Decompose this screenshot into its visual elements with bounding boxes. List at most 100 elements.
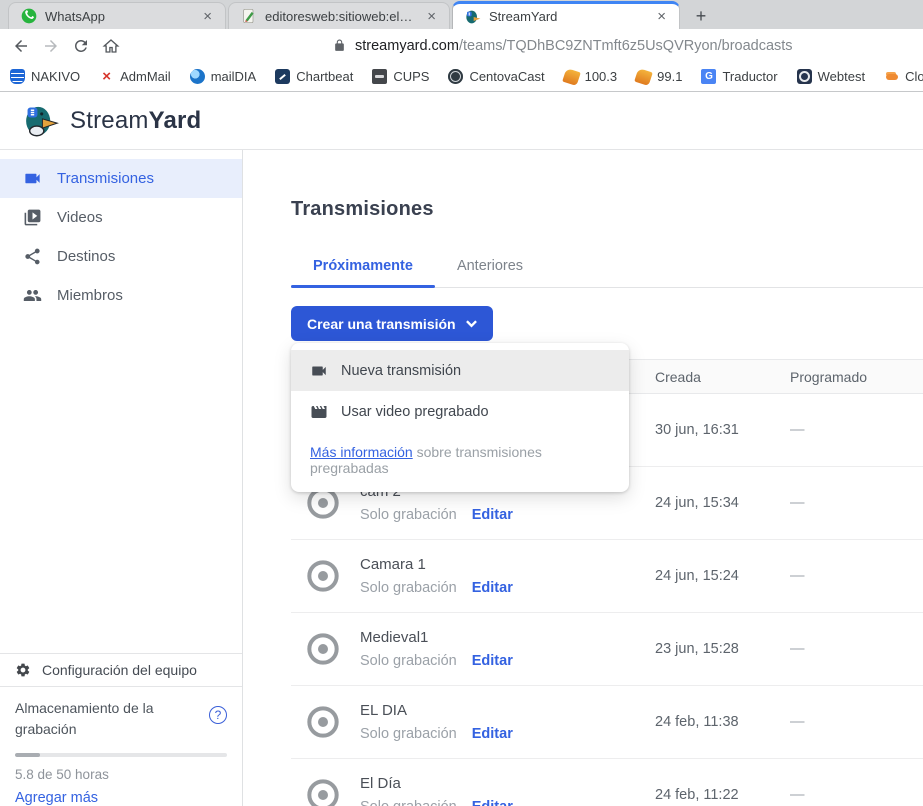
team-settings-label: Configuración del equipo xyxy=(42,662,197,678)
whatsapp-icon xyxy=(21,8,37,24)
broadcast-title: El Día xyxy=(360,775,513,792)
main-content: Transmisiones Próximamente Anteriores Cr… xyxy=(243,150,923,806)
record-icon xyxy=(303,556,343,596)
close-icon[interactable]: × xyxy=(200,8,215,25)
torch-icon xyxy=(562,68,581,86)
bookmark-traductor[interactable]: Traductor xyxy=(701,69,777,84)
chevron-down-icon xyxy=(466,318,477,329)
bookmark-maildia[interactable]: mailDIA xyxy=(190,69,257,84)
tab-anteriores[interactable]: Anteriores xyxy=(435,258,545,287)
create-broadcast-button[interactable]: Crear una transmisión xyxy=(291,306,493,341)
broadcast-subtitle: Solo grabación xyxy=(360,507,457,523)
broadcast-cell: Medieval1 Solo grabaciónEditar xyxy=(291,629,643,669)
table-row[interactable]: Camara 1 Solo grabaciónEditar 24 jun, 15… xyxy=(291,540,923,613)
streamyard-logo[interactable]: StreamYard xyxy=(22,104,201,138)
bookmark-label: mailDIA xyxy=(211,69,257,84)
tab-proximamente[interactable]: Próximamente xyxy=(291,258,435,287)
menu-item-usar-video-pregrabado[interactable]: Usar video pregrabado xyxy=(291,391,629,432)
bookmark-radio-100-3[interactable]: 100.3 xyxy=(564,69,618,84)
table-row[interactable]: Medieval1 Solo grabaciónEditar 23 jun, 1… xyxy=(291,613,923,686)
gear-icon xyxy=(15,662,31,678)
scheduled-cell: — xyxy=(778,714,923,730)
streamyard-duck-icon xyxy=(465,9,481,25)
cloud-icon xyxy=(884,69,899,84)
nakivo-icon xyxy=(10,69,25,84)
address-bar[interactable]: streamyard.com/teams/TQDhBC9ZNTmft6z5UsQ… xyxy=(128,32,915,60)
broadcast-subtitle: Solo grabación xyxy=(360,653,457,669)
page-title: Transmisiones xyxy=(291,198,923,221)
content-tabs: Próximamente Anteriores xyxy=(291,258,923,288)
bookmark-chartbeat[interactable]: Chartbeat xyxy=(275,69,353,84)
tab-editoresweb[interactable]: editoresweb:sitioweb:eldia.co × xyxy=(228,2,450,29)
streamyard-duck-icon xyxy=(22,104,60,138)
bookmark-cups[interactable]: CUPS xyxy=(372,69,429,84)
bookmark-label: CloudFlare xyxy=(905,69,923,84)
videocam-icon xyxy=(310,362,328,380)
tab-title: WhatsApp xyxy=(45,9,192,24)
help-icon[interactable] xyxy=(209,706,227,724)
bookmark-centovacast[interactable]: CentovaCast xyxy=(448,69,544,84)
sidebar-item-miembros[interactable]: Miembros xyxy=(0,276,242,315)
bookmark-cloudflare[interactable]: CloudFlare xyxy=(884,69,923,84)
url-host: streamyard.com xyxy=(355,38,459,54)
tab-streamyard-active[interactable]: StreamYard × xyxy=(452,1,680,29)
tab-whatsapp[interactable]: WhatsApp × xyxy=(8,2,226,29)
record-icon xyxy=(303,702,343,742)
admmail-icon xyxy=(99,69,114,84)
bookmarks-bar: NAKIVO AdmMail mailDIA Chartbeat CUPS Ce… xyxy=(0,62,923,92)
sidebar-item-destinos[interactable]: Destinos xyxy=(0,237,242,276)
bookmark-label: Chartbeat xyxy=(296,69,353,84)
bookmark-nakivo[interactable]: NAKIVO xyxy=(10,69,80,84)
broadcast-subtitle: Solo grabación xyxy=(360,726,457,742)
menu-item-label: Usar video pregrabado xyxy=(341,404,489,420)
created-cell: 24 jun, 15:34 xyxy=(643,495,778,511)
dropdown-footer: Más información sobre transmisiones preg… xyxy=(291,432,629,488)
sidebar-item-transmisiones[interactable]: Transmisiones xyxy=(0,159,242,198)
browser-toolbar: streamyard.com/teams/TQDhBC9ZNTmft6z5UsQ… xyxy=(0,29,923,62)
record-icon xyxy=(303,629,343,669)
bookmark-label: Traductor xyxy=(722,69,777,84)
back-icon[interactable] xyxy=(8,33,34,59)
globe-icon xyxy=(448,69,463,84)
close-icon[interactable]: × xyxy=(424,8,439,25)
new-tab-button[interactable] xyxy=(686,3,716,29)
webtest-icon xyxy=(797,69,812,84)
edit-link[interactable]: Editar xyxy=(472,726,513,742)
edit-link[interactable]: Editar xyxy=(472,507,513,523)
bookmark-radio-99-1[interactable]: 99.1 xyxy=(636,69,682,84)
reload-icon[interactable] xyxy=(68,33,94,59)
home-icon[interactable] xyxy=(98,33,124,59)
broadcast-cell: Camara 1 Solo grabaciónEditar xyxy=(291,556,643,596)
table-row[interactable]: EL DIA Solo grabaciónEditar 24 feb, 11:3… xyxy=(291,686,923,759)
bookmark-label: NAKIVO xyxy=(31,69,80,84)
edit-page-icon xyxy=(241,8,257,24)
tab-title: StreamYard xyxy=(489,9,646,24)
sidebar: Transmisiones Videos Destinos Miembros xyxy=(0,150,243,806)
sidebar-item-label: Miembros xyxy=(57,287,123,304)
storage-section: Almacenamiento de la grabación 5.8 de 50… xyxy=(0,686,242,806)
scheduled-cell: — xyxy=(778,495,923,511)
bookmark-label: 99.1 xyxy=(657,69,682,84)
menu-item-nueva-transmision[interactable]: Nueva transmisión xyxy=(291,350,629,391)
forward-icon[interactable] xyxy=(38,33,64,59)
edit-link[interactable]: Editar xyxy=(472,799,513,806)
close-icon[interactable]: × xyxy=(654,8,669,25)
mas-informacion-link[interactable]: Más información xyxy=(310,444,413,460)
add-more-link[interactable]: Agregar más xyxy=(15,790,227,806)
edit-link[interactable]: Editar xyxy=(472,580,513,596)
sidebar-item-videos[interactable]: Videos xyxy=(0,198,242,237)
chartbeat-icon xyxy=(275,69,290,84)
brand-text: StreamYard xyxy=(70,107,201,135)
team-settings-button[interactable]: Configuración del equipo xyxy=(0,653,242,686)
members-icon xyxy=(23,286,42,305)
scheduled-cell: — xyxy=(778,787,923,803)
broadcast-subtitle: Solo grabación xyxy=(360,799,457,806)
create-dropdown-menu: Nueva transmisión Usar video pregrabado … xyxy=(291,343,629,492)
create-broadcast-label: Crear una transmisión xyxy=(307,316,456,332)
streamyard-header: StreamYard xyxy=(0,92,923,150)
storage-usage: 5.8 de 50 horas xyxy=(15,767,227,782)
bookmark-webtest[interactable]: Webtest xyxy=(797,69,865,84)
table-row[interactable]: El Día Solo grabaciónEditar 24 feb, 11:2… xyxy=(291,759,923,806)
bookmark-admmail[interactable]: AdmMail xyxy=(99,69,171,84)
edit-link[interactable]: Editar xyxy=(472,653,513,669)
